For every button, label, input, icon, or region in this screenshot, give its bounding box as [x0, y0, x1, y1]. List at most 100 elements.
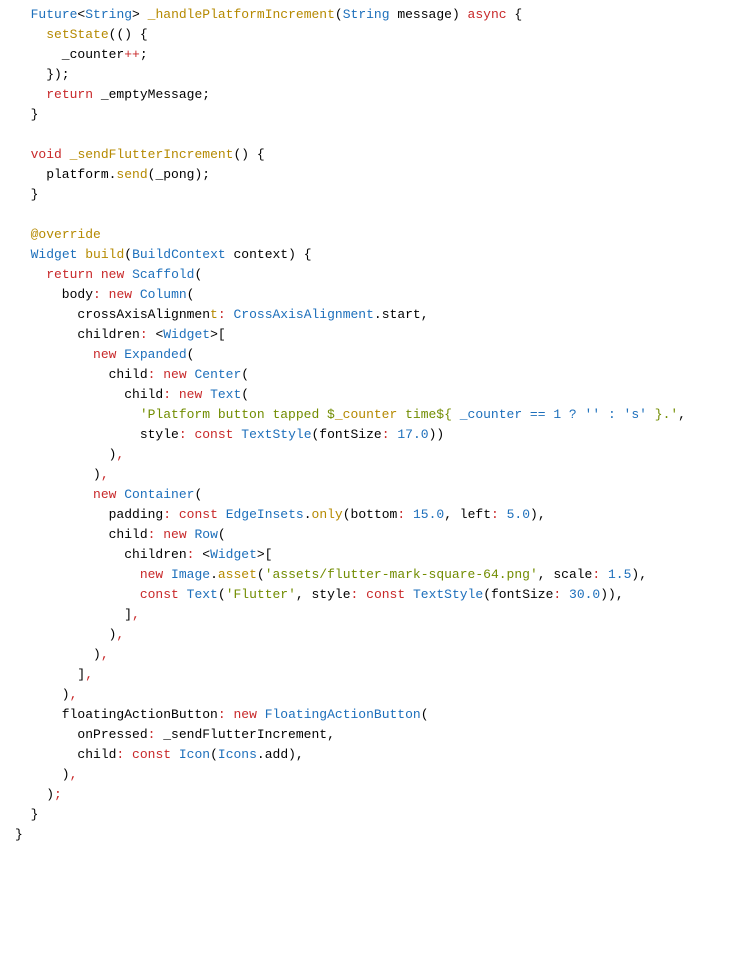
- token-plain: }: [15, 107, 38, 122]
- token-plain: [15, 407, 140, 422]
- token-plain: [163, 567, 171, 582]
- token-plain: [358, 587, 366, 602]
- token-kw: new: [163, 367, 186, 382]
- token-kw: const: [132, 747, 171, 762]
- token-plain: [15, 347, 93, 362]
- code-line: ),: [15, 447, 124, 462]
- code-line: _counter++;: [15, 47, 148, 62]
- token-kw: new: [93, 487, 116, 502]
- token-kw: :: [491, 507, 499, 522]
- token-kw: :: [218, 307, 226, 322]
- token-plain: message): [390, 7, 468, 22]
- token-plain: (: [335, 7, 343, 22]
- token-type: TextStyle: [413, 587, 483, 602]
- token-kw: ,: [101, 647, 109, 662]
- token-plain: (_pong);: [148, 167, 210, 182]
- token-plain: });: [15, 67, 70, 82]
- token-plain: [405, 507, 413, 522]
- token-plain: (fontSize: [312, 427, 382, 442]
- token-str: 'assets/flutter-mark-square-64.png': [265, 567, 538, 582]
- token-plain: (: [194, 487, 202, 502]
- token-plain: crossAxisAlignmen: [15, 307, 210, 322]
- token-kw: ,: [85, 667, 93, 682]
- token-plain: .: [304, 507, 312, 522]
- token-plain: [257, 707, 265, 722]
- code-line: child: const Icon(Icons.add),: [15, 747, 304, 762]
- token-plain: platform.: [15, 167, 116, 182]
- token-plain: child: [15, 367, 148, 382]
- token-kw: new: [179, 387, 202, 402]
- token-plain: (: [124, 247, 132, 262]
- token-plain: [600, 567, 608, 582]
- token-plain: (: [241, 367, 249, 382]
- token-plain: <: [148, 327, 164, 342]
- token-kw: void: [31, 147, 62, 162]
- token-kw: new: [233, 707, 256, 722]
- token-num: 15.0: [413, 507, 444, 522]
- token-plain: child: [15, 527, 148, 542]
- token-kw: new: [163, 527, 186, 542]
- code-line: return new Scaffold(: [15, 267, 202, 282]
- token-kw: ,: [132, 607, 140, 622]
- token-method: setState: [46, 27, 108, 42]
- token-type: Widget: [31, 247, 78, 262]
- token-plain: (: [218, 527, 226, 542]
- token-plain: {: [507, 7, 523, 22]
- token-method: _counter: [335, 407, 397, 422]
- code-line: ],: [15, 667, 93, 682]
- code-line: ],: [15, 607, 140, 622]
- token-plain: .start,: [374, 307, 429, 322]
- token-plain: (: [421, 707, 429, 722]
- token-plain: [15, 267, 46, 282]
- token-plain: context) {: [226, 247, 312, 262]
- code-line: );: [15, 787, 62, 802]
- token-type: CrossAxisAlignment: [233, 307, 373, 322]
- token-plain: [405, 587, 413, 602]
- token-plain: .: [210, 567, 218, 582]
- code-line: setState(() {: [15, 27, 148, 42]
- token-plain: }: [15, 187, 38, 202]
- token-plain: [124, 267, 132, 282]
- token-type: Image: [171, 567, 210, 582]
- code-line: 'Platform button tapped $_counter time${…: [15, 407, 686, 422]
- token-kw: const: [366, 587, 405, 602]
- token-plain: [15, 587, 140, 602]
- token-method: _sendFlutterIncrement: [70, 147, 234, 162]
- token-plain: (: [210, 747, 218, 762]
- token-plain: (: [187, 287, 195, 302]
- token-kw: const: [179, 507, 218, 522]
- token-plain: ]: [15, 667, 85, 682]
- token-kw: :: [93, 287, 101, 302]
- token-kw: const: [140, 587, 179, 602]
- code-line: ),: [15, 767, 77, 782]
- token-plain: (: [187, 347, 195, 362]
- token-plain: ): [15, 787, 54, 802]
- code-line: crossAxisAlignment: CrossAxisAlignment.s…: [15, 307, 429, 322]
- token-plain: ): [15, 767, 70, 782]
- token-plain: (: [241, 387, 249, 402]
- token-kw: :: [592, 567, 600, 582]
- token-kw: new: [109, 287, 132, 302]
- token-plain: onPressed: [15, 727, 148, 742]
- token-type: BuildContext: [132, 247, 226, 262]
- token-kw: new: [93, 347, 116, 362]
- token-plain: children: [15, 547, 187, 562]
- token-method: _handlePlatformIncrement: [148, 7, 335, 22]
- token-kw: :: [218, 707, 226, 722]
- token-kw: :: [163, 387, 171, 402]
- token-plain: () {: [233, 147, 264, 162]
- code-block: Future<String> _handlePlatformIncrement(…: [15, 5, 728, 845]
- token-plain: _sendFlutterIncrement,: [155, 727, 334, 742]
- code-line: const Text('Flutter', style: const TextS…: [15, 587, 624, 602]
- code-line: child: new Row(: [15, 527, 226, 542]
- token-plain: [62, 147, 70, 162]
- token-plain: child: [15, 747, 116, 762]
- token-plain: [202, 387, 210, 402]
- token-str: time${: [397, 407, 452, 422]
- token-kw: :: [179, 427, 187, 442]
- token-plain: )): [429, 427, 445, 442]
- token-type: _counter == 1 ? '' : 's': [460, 407, 647, 422]
- code-line: });: [15, 67, 70, 82]
- token-plain: (: [218, 587, 226, 602]
- token-plain: [179, 587, 187, 602]
